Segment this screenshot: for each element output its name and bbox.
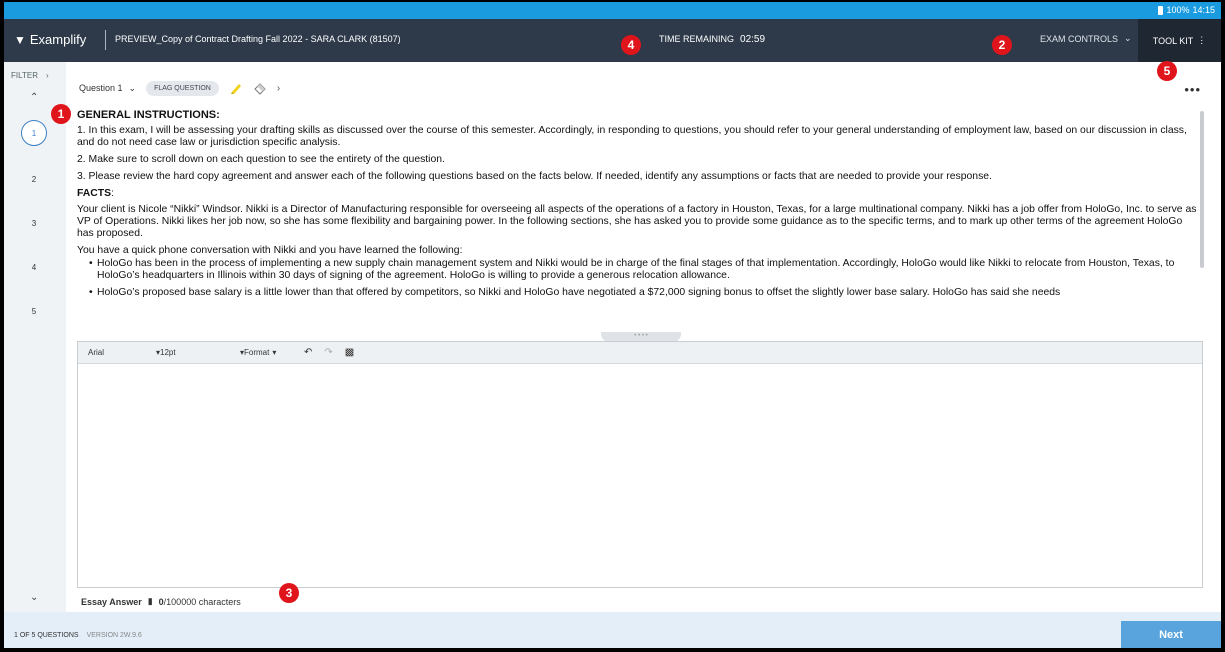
- editor-toolbar: Arial ▾ 12pt ▾ Format ▾ ↶ ↷ ▩: [78, 342, 1202, 364]
- question-scrollbar[interactable]: [1200, 111, 1204, 268]
- annotation-badge-3: 3: [279, 583, 299, 603]
- facts-heading-colon: :: [111, 188, 114, 199]
- document-icon: ▮: [147, 596, 153, 606]
- annotation-badge-4: 4: [621, 35, 641, 55]
- question-count: 1 OF 5 QUESTIONS: [14, 632, 79, 639]
- clock: 14:15: [1192, 5, 1215, 15]
- annotation-badge-2: 2: [992, 35, 1012, 55]
- question-label: Question 1: [79, 83, 123, 93]
- sidebar-question-2[interactable]: 2: [21, 166, 47, 192]
- facts-heading: FACTS: [77, 188, 112, 199]
- header-divider: [105, 30, 106, 50]
- tool-kit-button[interactable]: TOOL KIT ⋮: [1138, 19, 1221, 62]
- format-value: Format: [244, 348, 270, 357]
- character-limit: /100000 characters: [163, 596, 241, 607]
- kebab-menu-icon: ⋮: [1197, 35, 1207, 45]
- flag-question-button[interactable]: FLAG QUESTION: [146, 80, 219, 96]
- app-logo: ▼ Examplify: [14, 32, 86, 47]
- tool-kit-label: TOOL KIT: [1152, 35, 1194, 46]
- sidebar-question-4[interactable]: 4: [21, 254, 47, 280]
- question-toolbar: Question 1 ⌄ FLAG QUESTION ›: [79, 75, 280, 101]
- facts-paragraph-1: Your client is Nicole “Nikki” Windsor. N…: [77, 204, 1197, 239]
- annotation-badge-5: 5: [1157, 61, 1177, 81]
- chevron-right-icon[interactable]: ›: [277, 83, 280, 94]
- essay-editor[interactable]: Arial ▾ 12pt ▾ Format ▾ ↶ ↷ ▩: [77, 341, 1203, 588]
- undo-icon[interactable]: ↶: [304, 347, 312, 358]
- eraser-icon[interactable]: [253, 81, 267, 95]
- sidebar-question-1[interactable]: 1: [21, 120, 47, 146]
- scroll-up-icon[interactable]: ⌃: [30, 92, 38, 103]
- filter-label: FILTER: [11, 71, 38, 80]
- timer-label: TIME REMAINING: [659, 34, 735, 44]
- facts-heading-row: FACTS:: [77, 188, 1199, 200]
- list-item: HoloGo has been in the process of implem…: [89, 258, 1199, 282]
- battery-level: 100%: [1166, 5, 1190, 15]
- sidebar-question-5[interactable]: 5: [21, 298, 47, 324]
- more-options-icon[interactable]: •••: [1184, 82, 1201, 97]
- exam-title: PREVIEW_Copy of Contract Drafting Fall 2…: [115, 34, 401, 44]
- time-remaining[interactable]: TIME REMAINING 02:59: [659, 34, 765, 45]
- font-size-select[interactable]: 12pt ▾: [160, 348, 244, 357]
- header: ▼ Examplify PREVIEW_Copy of Contract Dra…: [4, 19, 1221, 62]
- format-select[interactable]: Format ▾: [244, 348, 292, 357]
- timer-value: 02:59: [740, 34, 766, 45]
- app-window: 100% 14:15 ▼ Examplify PREVIEW_Copy of C…: [4, 2, 1221, 648]
- status-bar: 100% 14:15: [4, 2, 1221, 19]
- instructions-heading: GENERAL INSTRUCTIONS:: [77, 109, 220, 121]
- filter-button[interactable]: FILTER ›: [11, 71, 49, 80]
- question-sidebar: FILTER › ⌃ 1 2 3 4 5 ⌄: [4, 62, 66, 612]
- redo-icon[interactable]: ↷: [324, 347, 332, 358]
- chevron-down-icon: ⌄: [1124, 33, 1132, 43]
- font-value: Arial: [88, 348, 105, 357]
- question-selector[interactable]: Question 1 ⌄: [79, 83, 136, 94]
- version-label: VERSION 2W.9.6: [86, 632, 142, 639]
- list-item: HoloGo’s proposed base salary is a littl…: [89, 287, 1199, 299]
- find-binoculars-icon[interactable]: ▩: [345, 347, 354, 358]
- chevron-down-icon: ⌄: [128, 82, 137, 93]
- instruction-1: 1. In this exam, I will be assessing you…: [77, 125, 1187, 148]
- essay-label: Essay Answer: [81, 596, 142, 607]
- app-name: Examplify: [29, 32, 87, 47]
- footer-bar: 1 OF 5 QUESTIONS VERSION 2W.9.6 Next: [4, 612, 1221, 648]
- sidebar-question-3[interactable]: 3: [21, 210, 47, 236]
- essay-status: Essay Answer ▮ 0/100000 characters: [81, 596, 241, 607]
- question-text: GENERAL INSTRUCTIONS: 1. In this exam, I…: [77, 109, 1199, 333]
- scroll-down-icon[interactable]: ⌄: [30, 592, 38, 603]
- instruction-3: 3. Please review the hard copy agreement…: [77, 171, 992, 182]
- highlighter-icon[interactable]: [229, 81, 243, 95]
- exam-controls-menu[interactable]: EXAM CONTROLS ⌄: [1040, 33, 1132, 44]
- next-button[interactable]: Next: [1121, 621, 1221, 648]
- chevron-right-icon: ›: [45, 71, 49, 80]
- examplify-logo-icon: ▼: [14, 32, 26, 47]
- size-value: 12pt: [160, 348, 176, 357]
- battery-icon: [1158, 5, 1164, 15]
- annotation-badge-1: 1: [51, 104, 71, 124]
- exam-controls-label: EXAM CONTROLS: [1040, 33, 1119, 44]
- facts-paragraph-2: You have a quick phone conversation with…: [77, 245, 463, 256]
- facts-list: HoloGo has been in the process of implem…: [77, 258, 1199, 299]
- font-select[interactable]: Arial ▾: [88, 348, 160, 357]
- question-progress: 1 OF 5 QUESTIONS VERSION 2W.9.6: [14, 632, 142, 639]
- instruction-2: 2. Make sure to scroll down on each ques…: [77, 154, 445, 165]
- dropdown-arrow-icon: ▾: [272, 348, 277, 357]
